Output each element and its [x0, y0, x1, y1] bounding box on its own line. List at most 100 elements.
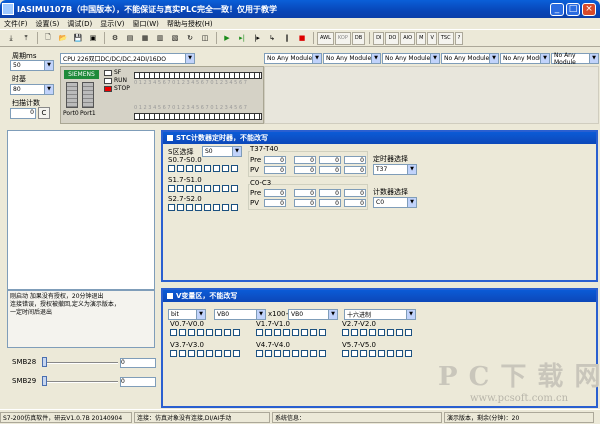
close-button[interactable]: ×	[582, 3, 596, 16]
db-button[interactable]: DB	[351, 31, 366, 45]
menu-window[interactable]: 窗口(W)	[133, 19, 159, 29]
menu-settings[interactable]: 设置(S)	[36, 19, 60, 29]
checkbox[interactable]	[186, 165, 193, 172]
checkbox[interactable]	[224, 350, 231, 357]
checkbox[interactable]	[396, 329, 403, 336]
checkbox[interactable]	[378, 329, 385, 336]
checkbox[interactable]	[177, 185, 184, 192]
smb29-value[interactable]: 0	[120, 377, 156, 387]
new-file-icon[interactable]: 🗋	[41, 32, 55, 45]
v-button[interactable]: V	[427, 31, 437, 45]
checkbox[interactable]	[360, 350, 367, 357]
checkbox[interactable]	[369, 350, 376, 357]
download-icon[interactable]: ⤓	[4, 32, 18, 45]
kop-button[interactable]: KOP	[334, 31, 351, 45]
checkbox[interactable]	[360, 329, 367, 336]
checkbox[interactable]	[319, 350, 326, 357]
do-button[interactable]: DO	[385, 31, 400, 45]
checkbox[interactable]	[177, 165, 184, 172]
aio-button[interactable]: AIO	[400, 31, 416, 45]
checkbox[interactable]	[197, 329, 204, 336]
checkbox[interactable]	[351, 329, 358, 336]
checkbox[interactable]	[186, 204, 193, 211]
checkbox[interactable]	[195, 165, 202, 172]
checkbox[interactable]	[310, 329, 317, 336]
v-type-select[interactable]: bit ▼	[168, 309, 206, 320]
checkbox[interactable]	[283, 329, 290, 336]
maximize-button[interactable]: □	[566, 3, 580, 16]
counter-select[interactable]: C0 ▼	[373, 197, 417, 208]
window2-icon[interactable]: ▦	[138, 32, 152, 45]
cycle-select[interactable]: 50 ▼	[10, 60, 54, 71]
v-format-select[interactable]: 十六进制 ▼	[344, 309, 416, 320]
stop-icon[interactable]: ■	[295, 32, 309, 45]
checkbox[interactable]	[301, 350, 308, 357]
smb28-value[interactable]: 0	[120, 358, 156, 368]
help-button[interactable]: ?	[454, 31, 464, 45]
smb29-slider[interactable]	[42, 381, 118, 383]
checkbox[interactable]	[170, 350, 177, 357]
checkbox[interactable]	[387, 329, 394, 336]
checkbox[interactable]	[265, 350, 272, 357]
checkbox[interactable]	[168, 185, 175, 192]
menu-file[interactable]: 文件(F)	[4, 19, 28, 29]
checkbox[interactable]	[231, 185, 238, 192]
smb28-slider-thumb[interactable]	[42, 357, 47, 367]
checkbox[interactable]	[405, 329, 412, 336]
checkbox[interactable]	[170, 329, 177, 336]
di-button[interactable]: DI	[373, 31, 385, 45]
checkbox[interactable]	[378, 350, 385, 357]
checkbox[interactable]	[213, 204, 220, 211]
menu-help[interactable]: 帮助与授权(H)	[167, 19, 213, 29]
checkbox[interactable]	[319, 329, 326, 336]
checkbox[interactable]	[274, 350, 281, 357]
module-select-3[interactable]: No Any Module ▼	[382, 53, 440, 64]
checkbox[interactable]	[224, 329, 231, 336]
checkbox[interactable]	[179, 350, 186, 357]
run-icon[interactable]: ▶	[220, 32, 234, 45]
checkbox[interactable]	[265, 329, 272, 336]
checkbox[interactable]	[197, 350, 204, 357]
checkbox[interactable]	[231, 165, 238, 172]
scan-reset-button[interactable]: C	[38, 107, 50, 119]
checkbox[interactable]	[204, 204, 211, 211]
checkbox[interactable]	[179, 329, 186, 336]
window3-icon[interactable]: ▥	[153, 32, 167, 45]
checkbox[interactable]	[233, 350, 240, 357]
checkbox[interactable]	[274, 329, 281, 336]
checkbox[interactable]	[387, 350, 394, 357]
window4-icon[interactable]: ▧	[168, 32, 182, 45]
checkbox[interactable]	[188, 329, 195, 336]
checkbox[interactable]	[204, 185, 211, 192]
checkbox[interactable]	[231, 204, 238, 211]
module-select-4[interactable]: No Any Module ▼	[441, 53, 499, 64]
smb29-slider-thumb[interactable]	[42, 376, 47, 386]
module-select-5[interactable]: No Any Module ▼	[500, 53, 550, 64]
checkbox[interactable]	[256, 350, 263, 357]
checkbox[interactable]	[342, 350, 349, 357]
menu-view[interactable]: 显示(V)	[100, 19, 124, 29]
checkbox[interactable]	[188, 350, 195, 357]
checkbox[interactable]	[213, 165, 220, 172]
v-area-select[interactable]: VB0 ▼	[214, 309, 266, 320]
checkbox[interactable]	[215, 329, 222, 336]
cpu-select[interactable]: CPU 226双口DC/DC/DC,24DI/16DO ▼	[60, 53, 195, 64]
checkbox[interactable]	[222, 204, 229, 211]
tsc-button[interactable]: TSC	[437, 31, 454, 45]
module-select-6[interactable]: No Any Module ▼	[551, 52, 599, 66]
monitor-icon[interactable]: ◫	[198, 32, 212, 45]
checkbox[interactable]	[186, 185, 193, 192]
pause-icon[interactable]: ‖	[280, 32, 294, 45]
upload-icon[interactable]: ⤒	[19, 32, 33, 45]
step-over-icon[interactable]: |▸	[250, 32, 264, 45]
module-select-2[interactable]: No Any Module ▼	[323, 53, 381, 64]
checkbox[interactable]	[206, 329, 213, 336]
checkbox[interactable]	[195, 204, 202, 211]
checkbox[interactable]	[168, 165, 175, 172]
checkbox[interactable]	[310, 350, 317, 357]
awl-button[interactable]: AWL	[317, 31, 334, 45]
open-file-icon[interactable]: 📂	[56, 32, 70, 45]
checkbox[interactable]	[369, 329, 376, 336]
checkbox[interactable]	[204, 165, 211, 172]
checkbox[interactable]	[301, 329, 308, 336]
